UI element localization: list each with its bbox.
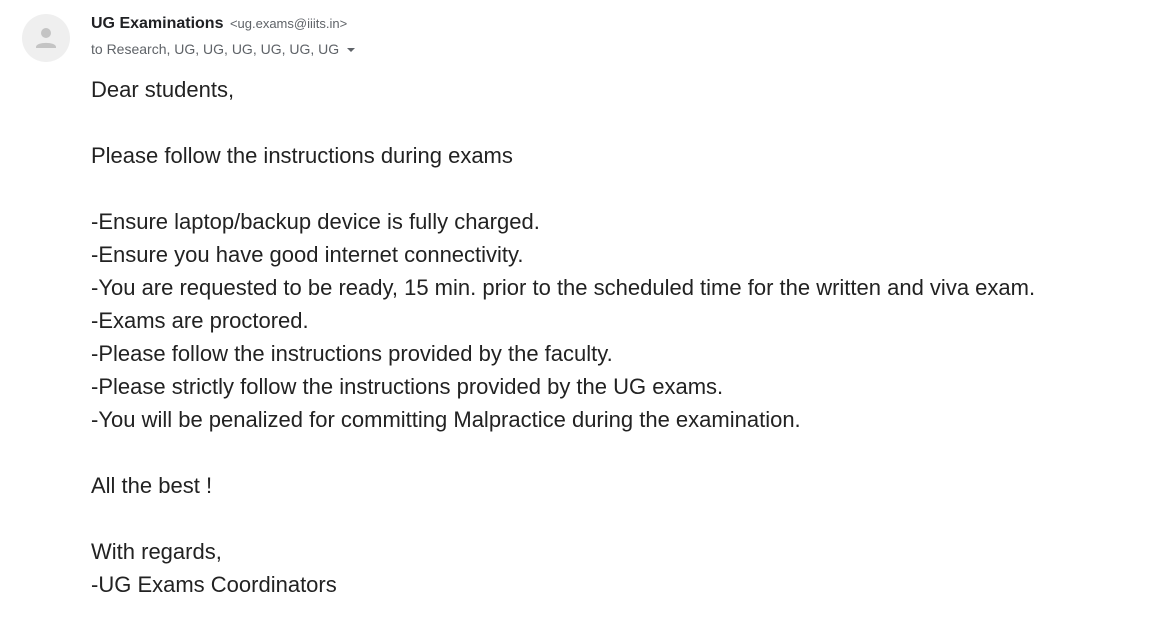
recipients-line: to Research, UG, UG, UG, UG, UG, UG bbox=[91, 41, 356, 57]
person-icon bbox=[36, 28, 56, 48]
sender-line: UG Examinations <ug.exams@iiits.in> bbox=[91, 15, 347, 37]
instruction-item: -Please follow the instructions provided… bbox=[91, 341, 613, 366]
instruction-item: -Exams are proctored. bbox=[91, 308, 309, 333]
email-body: Dear students, Please follow the instruc… bbox=[91, 73, 1035, 601]
body-signature: -UG Exams Coordinators bbox=[91, 572, 337, 597]
instruction-item: -You are requested to be ready, 15 min. … bbox=[91, 275, 1036, 300]
instruction-item: -You will be penalized for committing Ma… bbox=[91, 407, 801, 432]
sender-email: <ug.exams@iiits.in> bbox=[229, 16, 348, 31]
body-intro: Please follow the instructions during ex… bbox=[91, 143, 513, 168]
instruction-item: -Ensure you have good internet connectiv… bbox=[91, 242, 524, 267]
sender-name[interactable]: UG Examinations bbox=[91, 15, 223, 32]
recipients-text: to Research, UG, UG, UG, UG, UG, UG bbox=[91, 41, 340, 57]
body-wish: All the best ! bbox=[91, 473, 213, 498]
instruction-item: -Please strictly follow the instructions… bbox=[91, 374, 724, 399]
body-greeting: Dear students, bbox=[91, 77, 235, 102]
body-closing: With regards, bbox=[91, 539, 222, 564]
instruction-item: -Ensure laptop/backup device is fully ch… bbox=[91, 209, 540, 234]
sender-avatar[interactable] bbox=[22, 14, 70, 62]
show-details-dropdown-icon[interactable] bbox=[347, 48, 356, 52]
